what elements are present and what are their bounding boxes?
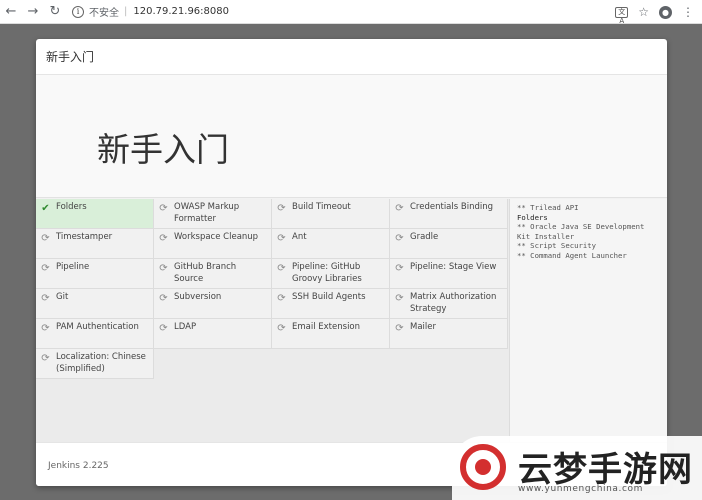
plugin-name: Mailer [410, 322, 436, 332]
version-label: Jenkins 2.225 [48, 461, 109, 471]
spinner-icon: ⟳ [395, 323, 404, 334]
address-separator: | [124, 6, 128, 17]
url-text[interactable]: 120.79.21.96:8080 [133, 6, 229, 17]
forward-button[interactable]: → [22, 0, 44, 24]
install-log: ** Trilead API Folders ** Oracle Java SE D… [509, 199, 667, 442]
plugin-name: Localization: Chinese (Simplified) [56, 352, 146, 374]
plugin-name: Gradle [410, 232, 439, 242]
arrow-left-icon: ← [5, 4, 17, 19]
log-line: Folders [517, 212, 548, 222]
spinner-icon: ⟳ [395, 203, 404, 214]
plugin-grid: ✔ Folders ⟳ OWASP Markup Formatter ⟳ Build Ti… [36, 199, 509, 442]
plugin-name: Ant [292, 232, 307, 242]
more-menu-icon[interactable]: ⋮ [682, 5, 694, 19]
spinner-icon: ⟳ [41, 293, 50, 304]
plugin-item: ⟳ GitHub Branch Source [154, 259, 272, 289]
spinner-icon: ⟳ [159, 203, 168, 214]
hero-section: 新手入门 [36, 75, 667, 216]
spinner-icon: ⟳ [159, 293, 168, 304]
plugin-item: ⟳ Workspace Cleanup [154, 229, 272, 259]
plugin-item: ⟳ Email Extension [272, 319, 390, 349]
arrow-right-icon: → [27, 4, 39, 19]
reload-button[interactable]: ↻ [44, 0, 66, 24]
spinner-icon: ⟳ [277, 293, 286, 304]
spinner-icon: ⟳ [277, 233, 286, 244]
plugin-name: SSH Build Agents [292, 292, 366, 302]
spinner-icon: ⟳ [395, 233, 404, 244]
plugin-item: ⟳ LDAP [154, 319, 272, 349]
log-line: ** Oracle Java SE Development Kit Instal… [517, 222, 649, 241]
plugin-name: Email Extension [292, 322, 361, 332]
plugin-name: Subversion [174, 292, 222, 302]
spinner-icon: ⟳ [41, 263, 50, 274]
plugin-item: ⟳ PAM Authentication [36, 319, 154, 349]
plugin-name: OWASP Markup Formatter [174, 202, 240, 224]
watermark-url: www.yunmengchina.com [518, 484, 644, 494]
plugin-name: LDAP [174, 322, 197, 332]
dialog-title: 新手入门 [46, 50, 95, 64]
plugin-name: Build Timeout [292, 202, 351, 212]
spinner-icon: ⟳ [41, 353, 50, 364]
reload-icon: ↻ [49, 4, 61, 19]
plugin-item: ⟳ Subversion [154, 289, 272, 319]
plugin-item: ⟳ Ant [272, 229, 390, 259]
plugin-item: ⟳ Matrix Authorization Strategy [390, 289, 508, 319]
plugin-item: ⟳ SSH Build Agents [272, 289, 390, 319]
setup-dialog: 新手入门 新手入门 ✔ Folders ⟳ OWASP Markup Formatte… [36, 39, 667, 486]
spinner-icon: ⟳ [41, 233, 50, 244]
plugin-item: ⟳ Pipeline: Stage View [390, 259, 508, 289]
hero-title: 新手入门 [97, 130, 229, 169]
dialog-header: 新手入门 [36, 39, 667, 75]
account-icon[interactable]: ● [659, 5, 672, 19]
plugin-name: Credentials Binding [410, 202, 493, 212]
spinner-icon: ⟳ [395, 263, 404, 274]
spinner-icon: ⟳ [159, 263, 168, 274]
plugin-item: ⟳ Timestamper [36, 229, 154, 259]
log-line: ** Trilead API [517, 203, 579, 212]
plugin-item: ⟳ Mailer [390, 319, 508, 349]
translate-icon[interactable]: 文A [615, 6, 629, 25]
plugin-name: Pipeline: Stage View [410, 262, 497, 272]
plugin-name: Pipeline [56, 262, 90, 272]
plugin-name: Folders [56, 202, 87, 212]
plugin-item: ⟳ Credentials Binding [390, 199, 508, 229]
watermark-logo-icon [460, 444, 506, 490]
plugin-name: PAM Authentication [56, 322, 139, 332]
spinner-icon: ⟳ [159, 323, 168, 334]
browser-toolbar: ← → ↻ i 不安全 | 120.79.21.96:8080 文A ☆ ● ⋮ [0, 0, 702, 25]
address-bar[interactable]: i 不安全 | 120.79.21.96:8080 [72, 3, 229, 21]
plugin-name: Timestamper [56, 232, 113, 242]
plugin-item: ⟳ Pipeline: GitHub Groovy Libraries [272, 259, 390, 289]
plugin-item: ⟳ Pipeline [36, 259, 154, 289]
plugin-name: Matrix Authorization Strategy [410, 292, 497, 314]
spinner-icon: ⟳ [277, 203, 286, 214]
spinner-icon: ⟳ [159, 233, 168, 244]
plugin-item: ✔ Folders [36, 199, 154, 229]
plugin-name: Workspace Cleanup [174, 232, 259, 242]
watermark: 云梦手游网 www.yunmengchina.com [452, 436, 702, 500]
plugin-item: ⟳ Build Timeout [272, 199, 390, 229]
plugin-item: ⟳ Localization: Chinese (Simplified) [36, 349, 154, 379]
plugin-item: ⟳ OWASP Markup Formatter [154, 199, 272, 229]
plugin-item: ⟳ Gradle [390, 229, 508, 259]
log-line: ** Command Agent Launcher [517, 250, 627, 260]
spinner-icon: ⟳ [277, 263, 286, 274]
spinner-icon: ⟳ [41, 323, 50, 334]
log-line: ** Script Security [517, 241, 597, 251]
back-button[interactable]: ← [0, 0, 22, 24]
info-icon[interactable]: i [72, 5, 84, 18]
plugin-item: ⟳ Git [36, 289, 154, 319]
plugin-name: Git [56, 292, 69, 302]
star-icon[interactable]: ☆ [638, 5, 649, 19]
plugin-name: Pipeline: GitHub Groovy Libraries [292, 262, 362, 284]
check-icon: ✔ [41, 203, 50, 214]
plugin-name: GitHub Branch Source [174, 262, 237, 284]
security-label: 不安全 [89, 8, 119, 19]
spinner-icon: ⟳ [395, 293, 404, 304]
spinner-icon: ⟳ [277, 323, 286, 334]
